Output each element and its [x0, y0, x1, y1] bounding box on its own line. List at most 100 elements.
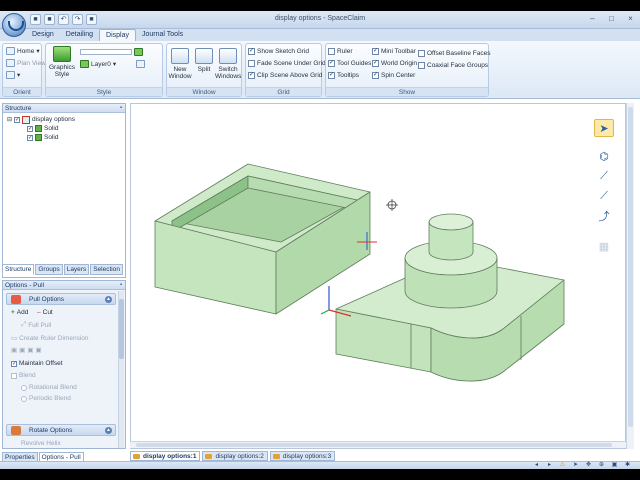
revolve-helix-option[interactable]: Revolve Helix [21, 440, 61, 447]
plan-view-button[interactable]: Plan View [6, 59, 46, 67]
style-group-label: Style [46, 87, 162, 96]
options-panel: Options - Pull ▪ Pull Options ▲ + Add – … [2, 280, 126, 449]
lasso-tool-icon[interactable]: ⌬ [594, 147, 614, 165]
split-button[interactable]: Split [191, 48, 217, 73]
graphics-style-icon [53, 46, 71, 62]
home-button[interactable]: Home ▾ [6, 47, 40, 55]
show-group: Ruler ✓ Tool Guides ✓ Tooltips ✓ Mini Toolb… [325, 43, 490, 97]
doc-tab-2[interactable]: display options:2 [202, 451, 268, 461]
doc-tab-1[interactable]: display options:1 [130, 451, 201, 461]
cut-option[interactable]: – Cut [37, 309, 53, 316]
coaxial-face-groups-checkbox[interactable]: Coaxial Face Groups [418, 62, 488, 69]
switch-windows-icon [219, 48, 237, 64]
warning-icon[interactable]: ⚠ [558, 462, 567, 469]
home-icon [6, 47, 15, 55]
pull-direction-icon[interactable]: ⟋ [594, 167, 614, 185]
rotate-icon [11, 426, 21, 435]
options-scrollbar[interactable] [118, 291, 124, 448]
add-icon: + [11, 309, 15, 316]
solid-icon [35, 125, 42, 132]
minimize-button[interactable]: – [587, 14, 598, 24]
arrow-left-icon[interactable]: ◂ [532, 462, 541, 469]
tooltips-checkbox[interactable]: ✓ Tooltips [328, 72, 359, 79]
show-sketch-grid-checkbox[interactable]: ✓ Show Sketch Grid [248, 48, 309, 55]
world-origin-checkbox[interactable]: ✓ World Origin [372, 60, 417, 67]
add-option[interactable]: + Add [11, 309, 28, 316]
3d-viewport[interactable] [130, 103, 626, 449]
tree-root[interactable]: ⊟ ✓ display options [7, 115, 75, 124]
new-window-icon [171, 48, 189, 64]
tree-item-solid-1[interactable]: ✓ Solid [27, 124, 58, 133]
clip-scene-checkbox[interactable]: ✓ Clip Scene Above Grid [248, 72, 322, 79]
pin-icon[interactable]: ▪ [120, 281, 122, 290]
periodic-blend-radio[interactable]: Periodic Blend [21, 395, 71, 402]
viewport-vertical-scrollbar[interactable] [626, 103, 634, 449]
document-tabs: display options:1 display options:2 disp… [130, 451, 336, 461]
cube-view-icon [6, 71, 15, 79]
tab-display[interactable]: Display [99, 29, 136, 41]
model-scene[interactable] [131, 104, 627, 450]
cursor-target-icon [386, 199, 398, 211]
structure-panel: Structure ▪ ⊟ ✓ display options ✓ Solid … [2, 103, 126, 278]
line-style-dropdown[interactable] [80, 48, 143, 56]
maximize-button[interactable]: □ [606, 14, 617, 24]
select-tool-icon[interactable]: ➤ [594, 119, 614, 137]
pin-icon[interactable]: ▪ [120, 104, 122, 113]
pan-icon[interactable]: ✥ [584, 462, 593, 469]
ruler-tool-icon[interactable]: ▦ [594, 237, 614, 255]
tool-guides-checkbox[interactable]: ✓ Tool Guides [328, 60, 371, 67]
switch-windows-button[interactable]: Switch Windows [215, 48, 241, 80]
view-icon[interactable]: ▣ [610, 462, 619, 469]
tab-structure[interactable]: Structure [2, 264, 35, 275]
up-to-icon[interactable]: ⟋ [594, 187, 614, 205]
options-panel-header: Options - Pull ▪ [3, 281, 125, 290]
doc-tab-3[interactable]: display options:3 [269, 451, 336, 461]
select-mode-icon[interactable]: ➤ [571, 462, 580, 469]
rotational-blend-radio[interactable]: Rotational Blend [21, 384, 77, 391]
ribbon: Home▾ Plan View ▾ Orient Graphics Style [0, 41, 640, 99]
ruler-dimension-option[interactable]: ▭ Create Ruler Dimension [11, 334, 89, 343]
fade-scene-checkbox[interactable]: Fade Scene Under Grid [248, 60, 326, 67]
layer-dropdown[interactable]: Layer0 ▾ [80, 60, 146, 68]
settings-icon[interactable]: ✱ [623, 462, 632, 469]
tab-detailing[interactable]: Detailing [60, 29, 99, 41]
ruler-icon: ▭ [11, 335, 18, 342]
zoom-icon[interactable]: ⊕ [597, 462, 606, 469]
mini-toolbar-checkbox[interactable]: ✓ Mini Toolbar [372, 48, 416, 55]
graphics-style-button[interactable]: Graphics Style [49, 46, 75, 78]
close-button[interactable]: × [625, 14, 636, 24]
collapse-icon[interactable]: ▲ [105, 427, 112, 434]
cut-icon: – [37, 309, 41, 316]
maintain-offset-checkbox[interactable]: ✓ Maintain Offset [11, 360, 63, 367]
new-window-button[interactable]: New Window [167, 48, 193, 80]
tree-item-solid-2[interactable]: ✓ Solid [27, 133, 58, 142]
viewport-horizontal-scrollbar[interactable] [130, 441, 626, 448]
plan-view-icon [6, 59, 15, 67]
document-icon [133, 454, 140, 459]
status-icons: ◂ ▸ ⚠ ➤ ✥ ⊕ ▣ ✱ [532, 462, 632, 469]
grid-group-label: Grid [246, 87, 321, 96]
rotate-options-section[interactable]: Rotate Options ▲ [6, 424, 116, 436]
document-icon [272, 454, 280, 459]
design-icon [22, 115, 31, 124]
collapse-icon[interactable]: ▲ [105, 296, 112, 303]
open-box-solid[interactable] [154, 163, 371, 315]
orient-group: Home ▾ Plan View ▾ Orient [2, 43, 46, 97]
application-menu-button[interactable] [2, 13, 26, 37]
tab-selection[interactable]: Selection [90, 264, 123, 275]
orient-group-label: Orient [3, 87, 41, 96]
view-orient-button[interactable]: ▾ [6, 71, 20, 79]
tab-groups[interactable]: Groups [35, 264, 63, 275]
spin-center-checkbox[interactable]: ✓ Spin Center [372, 72, 415, 79]
tab-layers[interactable]: Layers [63, 264, 90, 275]
full-pull-option[interactable]: ⤢ Full Pull [21, 321, 51, 329]
pull-options-section[interactable]: Pull Options ▲ [6, 293, 116, 305]
style-group: Graphics Style Layer0 ▾ Style [45, 43, 163, 97]
offset-baseline-faces-checkbox[interactable]: Offset Baseline Faces [418, 50, 490, 57]
tab-journal-tools[interactable]: Journal Tools [136, 29, 189, 41]
blend-checkbox[interactable]: Blend [11, 372, 36, 379]
pivot-icon[interactable]: ⤴ [594, 207, 614, 225]
tab-design[interactable]: Design [26, 29, 60, 41]
ruler-checkbox[interactable]: Ruler [328, 48, 353, 55]
arrow-right-icon[interactable]: ▸ [545, 462, 554, 469]
